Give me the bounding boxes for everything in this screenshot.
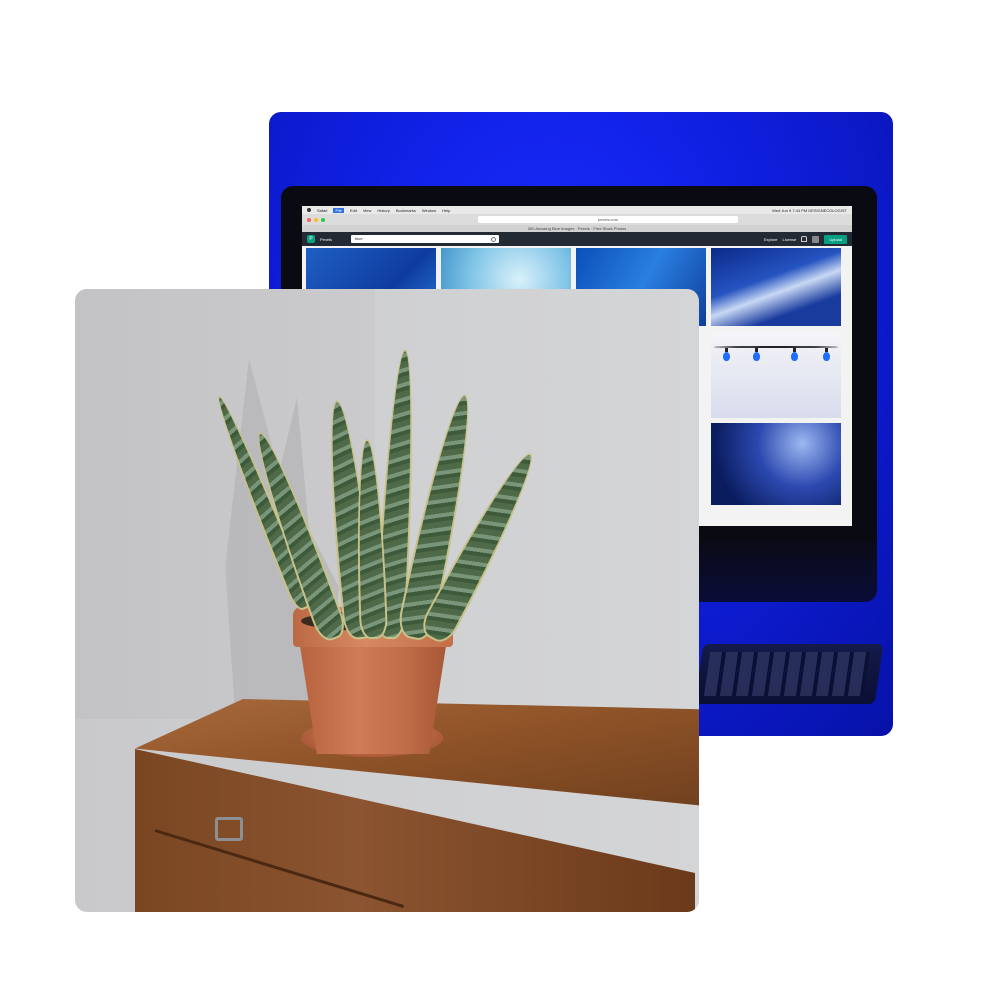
bulb-icon [823, 348, 830, 361]
mac-status: Wed Jun 9 7:44 PM DESIGNECOLOGIST [772, 207, 847, 213]
menu-item-edit: Edit [349, 207, 357, 213]
menu-item-window: Window [421, 207, 437, 213]
photo-tile-bulbs [711, 332, 841, 418]
url-bar: pexels.com [478, 216, 738, 223]
menu-item-file: File [333, 207, 344, 213]
menu-item-bookmarks: Bookmarks [395, 207, 416, 213]
wire [714, 346, 838, 348]
close-icon [307, 217, 311, 222]
bulb-icon [791, 348, 798, 361]
bulb-icon [753, 348, 760, 361]
search-icon [491, 237, 497, 242]
plant-photo [75, 289, 699, 912]
menu-item-history: History [377, 207, 390, 213]
drawer-handle [215, 817, 243, 841]
search-value: blue [355, 236, 363, 241]
pexels-header: P Pexels blue Explore License Upload [302, 232, 852, 246]
keyboard [694, 644, 884, 704]
keyboard-keys [703, 652, 871, 696]
upload-button: Upload [824, 234, 847, 244]
search-input: blue [351, 235, 500, 243]
tab-title: 300 Amazing Blue Images · Pexels · Free … [302, 225, 852, 232]
bulb-icon [723, 348, 730, 361]
avatar [812, 235, 820, 243]
bell-icon [801, 236, 808, 242]
pexels-brand: Pexels [320, 236, 333, 242]
apple-icon [307, 208, 311, 212]
pexels-logo: P [307, 235, 315, 243]
menu-item-view: View [362, 207, 372, 213]
photo-tile [711, 423, 841, 505]
nav-explore: Explore [763, 236, 778, 242]
browser-toolbar: pexels.com [302, 214, 852, 225]
mac-menubar: Safari File Edit View History Bookmarks … [302, 206, 852, 214]
menu-item-help: Help [442, 207, 451, 213]
menu-item-safari: Safari [317, 207, 328, 213]
zoom-icon [321, 217, 325, 222]
minimize-icon [314, 217, 318, 222]
photo-tile [711, 248, 841, 326]
nav-license: License [782, 236, 797, 242]
